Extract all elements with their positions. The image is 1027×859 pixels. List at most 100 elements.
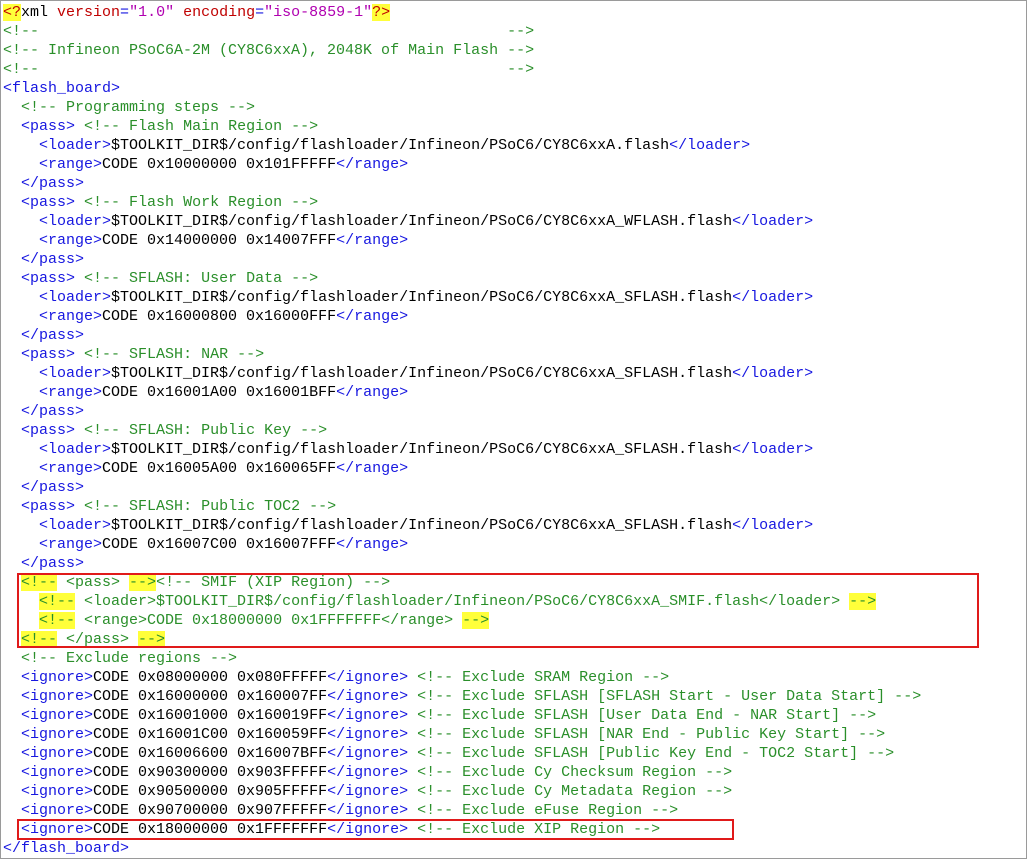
code-token: <loader>	[39, 441, 112, 458]
code-line[interactable]: </pass>	[3, 174, 921, 193]
code-token: <?	[3, 4, 22, 21]
code-line[interactable]: <?xml version="1.0" encoding="iso-8859-1…	[3, 3, 921, 22]
code-line[interactable]: <ignore>CODE 0x16000000 0x160007FF</igno…	[3, 687, 921, 706]
code-line[interactable]: </pass>	[3, 554, 921, 573]
code-line[interactable]: <pass> <!-- SFLASH: User Data -->	[3, 269, 921, 288]
code-token: <ignore>	[21, 688, 94, 705]
code-line[interactable]: <pass> <!-- SFLASH: Public TOC2 -->	[3, 497, 921, 516]
code-line[interactable]: </flash_board>	[3, 839, 921, 858]
code-token: <!--	[39, 593, 76, 610]
code-line[interactable]: <pass> <!-- SFLASH: NAR -->	[3, 345, 921, 364]
code-line[interactable]: <!-- </pass> -->	[3, 630, 921, 649]
code-line[interactable]: <ignore>CODE 0x90500000 0x905FFFFF</igno…	[3, 782, 921, 801]
code-line[interactable]: <ignore>CODE 0x16006600 0x16007BFF</igno…	[3, 744, 921, 763]
code-line[interactable]: <ignore>CODE 0x08000000 0x080FFFFF</igno…	[3, 668, 921, 687]
code-line[interactable]: <range>CODE 0x16000800 0x16000FFF</range…	[3, 307, 921, 326]
code-line[interactable]: <!-- <loader>$TOOLKIT_DIR$/config/flashl…	[3, 592, 921, 611]
code-line[interactable]: <!-- Exclude regions -->	[3, 649, 921, 668]
code-token: <!-- SFLASH: Public TOC2 -->	[84, 498, 337, 515]
code-line[interactable]: </pass>	[3, 478, 921, 497]
code-line[interactable]: </pass>	[3, 326, 921, 345]
code-line[interactable]: <range>CODE 0x10000000 0x101FFFFF</range…	[3, 155, 921, 174]
code-line[interactable]: <ignore>CODE 0x16001000 0x160019FF</igno…	[3, 706, 921, 725]
code-token: </loader>	[732, 441, 814, 458]
code-line[interactable]: <range>CODE 0x14000000 0x14007FFF</range…	[3, 231, 921, 250]
code-line[interactable]: <flash_board>	[3, 79, 921, 98]
code-token: CODE 0x16001A00 0x16001BFF	[102, 384, 337, 401]
code-line[interactable]: </pass>	[3, 402, 921, 421]
code-token: </pass>	[21, 175, 85, 192]
code-token: <!-- Exclude SFLASH [User Data End - NAR…	[417, 707, 877, 724]
code-token: </pass>	[21, 555, 85, 572]
code-token: <pass>	[57, 574, 130, 591]
code-line[interactable]: <pass> <!-- Flash Work Region -->	[3, 193, 921, 212]
code-token: <!-- Exclude SFLASH [Public Key End - TO…	[417, 745, 895, 762]
code-line[interactable]: <loader>$TOOLKIT_DIR$/config/flashloader…	[3, 440, 921, 459]
code-token: <loader>	[39, 289, 112, 306]
code-line[interactable]: <loader>$TOOLKIT_DIR$/config/flashloader…	[3, 516, 921, 535]
code-token: "iso-8859-1"	[264, 4, 373, 21]
code-token: <!-- Flash Main Region -->	[84, 118, 319, 135]
code-token: </ignore>	[327, 802, 409, 819]
code-token: CODE 0x18000000 0x1FFFFFFF	[93, 821, 328, 838]
code-line[interactable]: <!-- <pass> --><!-- SMIF (XIP Region) --…	[3, 573, 921, 592]
code-line[interactable]: <range>CODE 0x16007C00 0x16007FFF</range…	[3, 535, 921, 554]
xml-code-view[interactable]: <?xml version="1.0" encoding="iso-8859-1…	[3, 3, 921, 858]
code-token: </range>	[336, 232, 409, 249]
code-line[interactable]: <!-- Infineon PSoC6A-2M (CY8C6xxA), 2048…	[3, 41, 921, 60]
code-line[interactable]: <loader>$TOOLKIT_DIR$/config/flashloader…	[3, 212, 921, 231]
code-token: <!--	[21, 631, 58, 648]
code-line[interactable]: <!-- -->	[3, 60, 921, 79]
code-line[interactable]: <!-- Programming steps -->	[3, 98, 921, 117]
code-token: CODE 0x90500000 0x905FFFFF	[93, 783, 328, 800]
code-line[interactable]: <pass> <!-- Flash Main Region -->	[3, 117, 921, 136]
code-token: </ignore>	[327, 688, 409, 705]
code-line[interactable]: <loader>$TOOLKIT_DIR$/config/flashloader…	[3, 136, 921, 155]
code-token: $TOOLKIT_DIR$/config/flashloader/Infineo…	[111, 441, 733, 458]
code-token: <ignore>	[21, 802, 94, 819]
code-line[interactable]: <range>CODE 0x16005A00 0x160065FF</range…	[3, 459, 921, 478]
code-token: -->	[129, 574, 157, 591]
code-token: <pass>	[21, 422, 76, 439]
code-line[interactable]: <ignore>CODE 0x16001C00 0x160059FF</igno…	[3, 725, 921, 744]
code-line[interactable]: <loader>$TOOLKIT_DIR$/config/flashloader…	[3, 288, 921, 307]
code-token: CODE 0x16007C00 0x16007FFF	[102, 536, 337, 553]
code-token: </pass>	[21, 327, 85, 344]
code-line[interactable]: </pass>	[3, 250, 921, 269]
code-token: <!-- SFLASH: Public Key -->	[84, 422, 328, 439]
code-line[interactable]: <ignore>CODE 0x18000000 0x1FFFFFFF</igno…	[3, 820, 921, 839]
code-token: </ignore>	[327, 726, 409, 743]
code-line[interactable]: <ignore>CODE 0x90300000 0x903FFFFF</igno…	[3, 763, 921, 782]
code-token: <ignore>	[21, 783, 94, 800]
code-token: -->	[462, 612, 490, 629]
code-line[interactable]: <!-- <range>CODE 0x18000000 0x1FFFFFFF</…	[3, 611, 921, 630]
code-token: <!--	[39, 612, 76, 629]
code-line[interactable]: <ignore>CODE 0x90700000 0x907FFFFF</igno…	[3, 801, 921, 820]
code-line[interactable]: <pass> <!-- SFLASH: Public Key -->	[3, 421, 921, 440]
code-line[interactable]: <range>CODE 0x16001A00 0x16001BFF</range…	[3, 383, 921, 402]
code-token: <loader>	[39, 365, 112, 382]
code-line[interactable]: <loader>$TOOLKIT_DIR$/config/flashloader…	[3, 364, 921, 383]
code-token: </loader>	[732, 517, 814, 534]
code-line[interactable]: <!-- -->	[3, 22, 921, 41]
